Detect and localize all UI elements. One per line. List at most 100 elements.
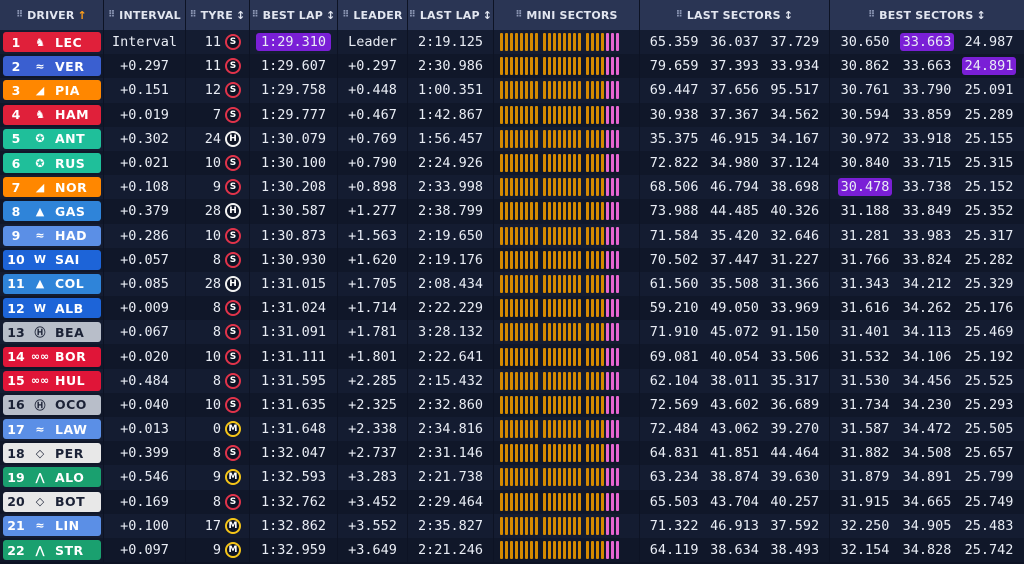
col-best-sectors-header[interactable]: ⠿ BEST SECTORS ↕: [830, 0, 1024, 30]
col-last-sectors-header[interactable]: ⠿ LAST SECTORS ↕: [640, 0, 830, 30]
table-row[interactable]: 15 ∞∞ HUL +0.484 8 S 1:31.595 +2.285 2:15.432 62.…: [0, 368, 1024, 393]
driver-badge[interactable]: 3 ◢ PIA: [3, 80, 101, 101]
driver-cell[interactable]: 11 ▲ COL: [0, 271, 104, 297]
table-row[interactable]: 9 ≈ HAD +0.286 10 S 1:30.873 +1.563 2:19.650 71.5…: [0, 223, 1024, 248]
sort-asc-icon[interactable]: ↑: [78, 9, 87, 22]
col-tyre-header[interactable]: ⠿ TYRE ↕: [186, 0, 250, 30]
best-sectors-cell: 31.281 33.983 25.317: [830, 224, 1024, 248]
col-driver-header[interactable]: ⠿ DRIVER ↑: [0, 0, 104, 30]
sort-icon[interactable]: ↕: [483, 9, 492, 22]
table-row[interactable]: 17 ≈ LAW +0.013 0 M 1:31.648 +2.338 2:34.816 72.4…: [0, 417, 1024, 442]
driver-cell[interactable]: 10 W SAI: [0, 247, 104, 272]
drag-handle-icon[interactable]: ⠿: [190, 10, 197, 20]
driver-cell[interactable]: 2 ≈ VER: [0, 54, 104, 79]
table-row[interactable]: 2 ≈ VER +0.297 11 S 1:29.607 +0.297 2:30.986 79.6…: [0, 54, 1024, 79]
driver-cell[interactable]: 14 ∞∞ BOR: [0, 344, 104, 369]
driver-cell[interactable]: 1 ♞ LEC: [0, 30, 104, 55]
table-row[interactable]: 8 ▲ GAS +0.379 28 H 1:30.587 +1.277 2:38.799 73.9…: [0, 199, 1024, 224]
drag-handle-icon[interactable]: ⠿: [515, 10, 522, 20]
sort-icon[interactable]: ↕: [784, 9, 793, 22]
driver-cell[interactable]: 5 ✪ ANT: [0, 126, 104, 151]
table-row[interactable]: 19 ⋀ ALO +0.546 9 M 1:32.593 +3.283 2:21.738 63.2…: [0, 465, 1024, 490]
drag-handle-icon[interactable]: ⠿: [676, 10, 683, 20]
driver-badge[interactable]: 12 W ALB: [3, 298, 101, 319]
last-sector-value: 35.420: [710, 227, 759, 244]
driver-cell[interactable]: 8 ▲ GAS: [0, 199, 104, 224]
col-interval-header[interactable]: ⠿ INTERVAL: [104, 0, 186, 30]
table-row[interactable]: 7 ◢ NOR +0.108 9 S 1:30.208 +0.898 2:33.998 68.50…: [0, 175, 1024, 200]
drag-handle-icon[interactable]: ⠿: [409, 10, 416, 20]
drag-handle-icon[interactable]: ⠿: [16, 10, 23, 20]
driver-cell[interactable]: 15 ∞∞ HUL: [0, 368, 104, 393]
driver-cell[interactable]: 19 ⋀ ALO: [0, 465, 104, 490]
mini-sector-bar: [500, 395, 503, 414]
position: 12: [7, 300, 25, 316]
driver-cell[interactable]: 17 ≈ LAW: [0, 417, 104, 442]
driver-badge[interactable]: 21 ≈ LIN: [3, 515, 101, 536]
driver-badge[interactable]: 5 ✪ ANT: [3, 128, 101, 149]
sort-icon[interactable]: ↕: [326, 9, 335, 22]
drag-handle-icon[interactable]: ⠿: [868, 10, 875, 20]
driver-badge[interactable]: 2 ≈ VER: [3, 56, 101, 77]
driver-badge[interactable]: 11 ▲ COL: [3, 273, 101, 294]
driver-badge[interactable]: 17 ≈ LAW: [3, 419, 101, 440]
driver-badge[interactable]: 22 ⋀ STR: [3, 540, 101, 561]
table-row[interactable]: 22 ⋀ STR +0.097 9 M 1:32.959 +3.649 2:21.246 64.1…: [0, 537, 1024, 563]
driver-badge[interactable]: 19 ⋀ ALO: [3, 467, 101, 488]
col-last-lap-header[interactable]: ⠿ LAST LAP ↕: [408, 0, 494, 30]
driver-badge[interactable]: 20 ◇ BOT: [3, 491, 101, 512]
table-row[interactable]: 11 ▲ COL +0.085 28 H 1:31.015 +1.705 2:08.434 61.…: [0, 271, 1024, 297]
drag-handle-icon[interactable]: ⠿: [252, 10, 259, 20]
table-row[interactable]: 13 Ⓗ BEA +0.067 8 S 1:31.091 +1.781 3:28.132 71.9…: [0, 320, 1024, 345]
driver-badge[interactable]: 1 ♞ LEC: [3, 32, 101, 53]
driver-badge[interactable]: 8 ▲ GAS: [3, 201, 101, 222]
table-row[interactable]: 20 ◇ BOT +0.169 8 S 1:32.762 +3.452 2:29.464 65.5…: [0, 489, 1024, 514]
driver-badge[interactable]: 18 ◇ PER: [3, 443, 101, 464]
table-row[interactable]: 3 ◢ PIA +0.151 12 S 1:29.758 +0.448 1:00.351 69.4…: [0, 78, 1024, 103]
best-lap-cell: 1:29.310: [250, 30, 338, 55]
driver-badge[interactable]: 4 ♞ HAM: [3, 104, 101, 125]
col-leader-header[interactable]: ⠿ LEADER: [338, 0, 408, 30]
mini-sector-bar: [530, 57, 533, 76]
driver-cell[interactable]: 18 ◇ PER: [0, 441, 104, 466]
table-row[interactable]: 18 ◇ PER +0.399 8 S 1:32.047 +2.737 2:31.146 64.8…: [0, 441, 1024, 466]
table-row[interactable]: 5 ✪ ANT +0.302 24 H 1:30.079 +0.769 1:56.457 35.3…: [0, 126, 1024, 151]
driver-badge[interactable]: 10 W SAI: [3, 249, 101, 270]
driver-badge[interactable]: 9 ≈ HAD: [3, 225, 101, 246]
driver-badge[interactable]: 16 Ⓗ OCO: [3, 394, 101, 415]
drag-handle-icon[interactable]: ⠿: [342, 10, 349, 20]
driver-cell[interactable]: 9 ≈ HAD: [0, 223, 104, 248]
col-mini-sectors-header[interactable]: ⠿ MINI SECTORS: [494, 0, 640, 30]
driver-cell[interactable]: 12 W ALB: [0, 296, 104, 321]
driver-cell[interactable]: 7 ◢ NOR: [0, 175, 104, 200]
table-row[interactable]: 16 Ⓗ OCO +0.040 10 S 1:31.635 +2.325 2:32.860 72.…: [0, 392, 1024, 417]
table-row[interactable]: 21 ≈ LIN +0.100 17 M 1:32.862 +3.552 2:35.827 71.…: [0, 513, 1024, 538]
table-row[interactable]: 14 ∞∞ BOR +0.020 10 S 1:31.111 +1.801 2:22.641 69…: [0, 344, 1024, 369]
driver-cell[interactable]: 3 ◢ PIA: [0, 78, 104, 103]
driver-cell[interactable]: 6 ✪ RUS: [0, 150, 104, 176]
best-sector-value: 34.212: [902, 275, 952, 292]
driver-cell[interactable]: 21 ≈ LIN: [0, 513, 104, 538]
sort-icon[interactable]: ↕: [236, 9, 245, 22]
driver-cell[interactable]: 22 ⋀ STR: [0, 537, 104, 563]
driver-badge[interactable]: 14 ∞∞ BOR: [3, 346, 101, 367]
driver-cell[interactable]: 20 ◇ BOT: [0, 489, 104, 514]
table-row[interactable]: 1 ♞ LEC Interval 11 S 1:29.310 Leader 2:19.125 65…: [0, 30, 1024, 55]
driver-badge[interactable]: 7 ◢ NOR: [3, 177, 101, 198]
mini-sector-bar: [616, 105, 619, 124]
driver-badge[interactable]: 13 Ⓗ BEA: [3, 322, 101, 343]
drag-handle-icon[interactable]: ⠿: [108, 10, 115, 20]
table-row[interactable]: 4 ♞ HAM +0.019 7 S 1:29.777 +0.467 1:42.867 30.93…: [0, 102, 1024, 127]
driver-cell[interactable]: 4 ♞ HAM: [0, 102, 104, 127]
sort-icon[interactable]: ↕: [976, 9, 985, 22]
driver-cell[interactable]: 16 Ⓗ OCO: [0, 392, 104, 417]
table-row[interactable]: 12 W ALB +0.009 8 S 1:31.024 +1.714 2:22.229 59.2…: [0, 296, 1024, 321]
table-row[interactable]: 10 W SAI +0.057 8 S 1:30.930 +1.620 2:19.176 70.5…: [0, 247, 1024, 272]
leader-gap-cell: +3.283: [338, 465, 408, 490]
driver-badge[interactable]: 15 ∞∞ HUL: [3, 370, 101, 391]
driver-cell[interactable]: 13 Ⓗ BEA: [0, 320, 104, 345]
driver-code: PER: [55, 445, 84, 461]
driver-badge[interactable]: 6 ✪ RUS: [3, 153, 101, 174]
table-row[interactable]: 6 ✪ RUS +0.021 10 S 1:30.100 +0.790 2:24.926 72.8…: [0, 150, 1024, 176]
col-best-lap-header[interactable]: ⠿ BEST LAP ↕: [250, 0, 338, 30]
